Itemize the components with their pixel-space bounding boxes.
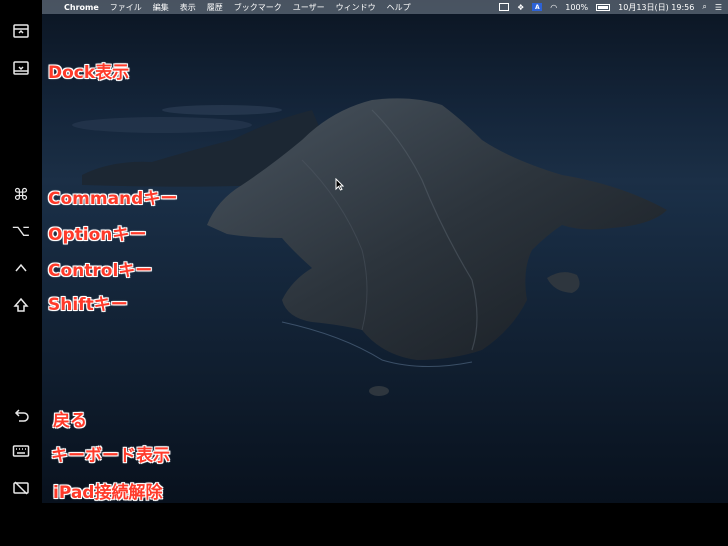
menu-bar: Chrome ファイル 編集 表示 履歴 ブックマーク ユーザー ウィンドウ ヘ…	[42, 0, 728, 14]
control-center-icon[interactable]: ☰	[715, 3, 722, 12]
command-key-icon[interactable]: ⌘	[8, 182, 34, 208]
battery-percent: 100%	[565, 2, 589, 12]
disconnect-label: iPad接続解除	[53, 483, 163, 503]
shift-label: Shiftキー	[48, 295, 128, 315]
shift-key-icon[interactable]	[8, 292, 34, 318]
sidecar-status-icon[interactable]	[499, 3, 510, 11]
mouse-cursor-icon	[335, 178, 344, 191]
desktop: Chrome ファイル 編集 表示 履歴 ブックマーク ユーザー ウィンドウ ヘ…	[42, 0, 728, 503]
dock-toggle-icon[interactable]	[8, 55, 34, 81]
control-key-icon[interactable]	[8, 255, 34, 281]
menubar-toggle-icon[interactable]	[8, 18, 34, 44]
menu-help[interactable]: ヘルプ	[387, 2, 411, 13]
input-source-icon[interactable]: A	[532, 3, 543, 11]
disconnect-icon[interactable]	[8, 475, 34, 501]
menu-file[interactable]: ファイル	[110, 2, 142, 13]
wallpaper-image	[42, 98, 728, 503]
keyboard-label: キーボード表示	[51, 446, 170, 466]
menu-view[interactable]: 表示	[180, 2, 196, 13]
menu-app-name[interactable]: Chrome	[64, 3, 99, 12]
bottom-bar	[0, 503, 728, 546]
menu-history[interactable]: 履歴	[207, 2, 223, 13]
menu-window[interactable]: ウィンドウ	[336, 2, 376, 13]
option-label: Optionキー	[48, 225, 147, 245]
option-key-icon[interactable]: ⌥	[8, 218, 34, 244]
clock[interactable]: 10月13日(日) 19:56	[618, 2, 694, 13]
keyboard-icon[interactable]	[8, 438, 34, 464]
command-label: Commandキー	[48, 189, 178, 209]
menu-edit[interactable]: 編集	[153, 2, 169, 13]
search-icon[interactable]: ⌕	[702, 2, 706, 12]
wifi-icon[interactable]: ◠	[550, 3, 557, 12]
status-area: ❖ A ◠ 100% 10月13日(日) 19:56 ⌕ ☰	[499, 0, 722, 14]
dock-label: Dock表示	[48, 63, 130, 83]
dropbox-icon[interactable]: ❖	[517, 3, 524, 12]
back-label: 戻る	[53, 411, 87, 431]
battery-icon[interactable]	[596, 3, 611, 11]
sidecar-sidebar: ⌘ ⌥	[0, 0, 42, 546]
undo-icon[interactable]	[8, 402, 34, 428]
menu-bookmarks[interactable]: ブックマーク	[234, 2, 282, 13]
menu-user[interactable]: ユーザー	[293, 2, 325, 13]
control-label: Controlキー	[48, 261, 153, 281]
